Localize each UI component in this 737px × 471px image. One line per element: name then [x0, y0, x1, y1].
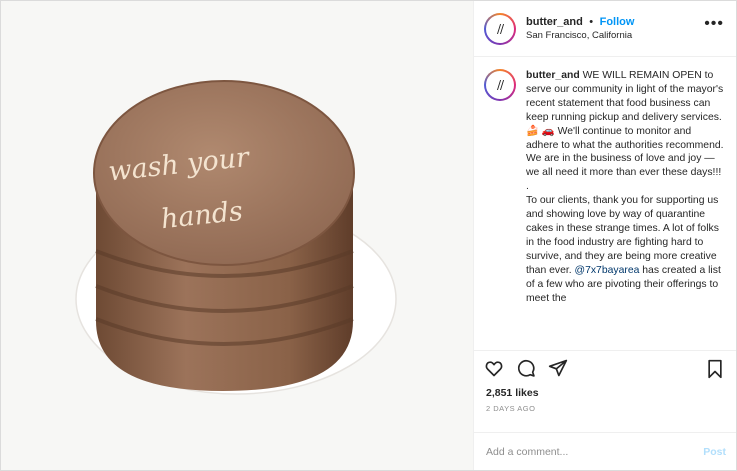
- post-timestamp[interactable]: 2 DAYS AGO: [474, 402, 736, 432]
- caption-area: // butter_and WE WILL REMAIN OPEN to ser…: [474, 57, 736, 350]
- share-icon[interactable]: [548, 358, 568, 378]
- caption-avatar[interactable]: //: [484, 69, 516, 101]
- caption-paragraph-1: WE WILL REMAIN OPEN to serve our communi…: [526, 70, 724, 179]
- comment-input[interactable]: Add a comment...: [486, 446, 568, 458]
- caption-avatar-mark: //: [486, 71, 514, 99]
- post-comment-button[interactable]: Post: [703, 446, 726, 458]
- cake-photo: wash your hands: [1, 1, 473, 470]
- mention-link[interactable]: @7x7bayarea: [575, 265, 640, 276]
- likes-count[interactable]: 2,851 likes: [474, 384, 736, 402]
- follow-button[interactable]: Follow: [600, 16, 635, 28]
- post-image[interactable]: wash your hands: [1, 1, 473, 470]
- caption-divider: .: [526, 181, 529, 193]
- location-link[interactable]: San Francisco, California: [526, 29, 634, 43]
- comment-box: Add a comment... Post: [474, 432, 736, 470]
- caption-username[interactable]: butter_and: [526, 70, 580, 81]
- username-link[interactable]: butter_and: [526, 16, 583, 28]
- post-sidebar: // butter_and • Follow San Francisco, Ca…: [473, 1, 736, 470]
- post-header: // butter_and • Follow San Francisco, Ca…: [474, 1, 736, 57]
- avatar-mark: //: [486, 14, 514, 43]
- separator-dot: •: [589, 16, 594, 28]
- action-bar: [474, 350, 736, 384]
- instagram-post: wash your hands // butter_and • Follow S…: [0, 0, 737, 471]
- header-text: butter_and • Follow San Francisco, Calif…: [526, 14, 634, 43]
- avatar[interactable]: //: [484, 12, 516, 45]
- caption-paragraph-2: To our clients, thank you for supporting…: [526, 195, 719, 276]
- comment-icon[interactable]: [516, 358, 536, 378]
- more-options-icon[interactable]: •••: [704, 15, 724, 33]
- bookmark-icon[interactable]: [706, 359, 724, 379]
- caption-text: butter_and WE WILL REMAIN OPEN to serve …: [526, 69, 726, 350]
- heart-icon[interactable]: [484, 358, 504, 378]
